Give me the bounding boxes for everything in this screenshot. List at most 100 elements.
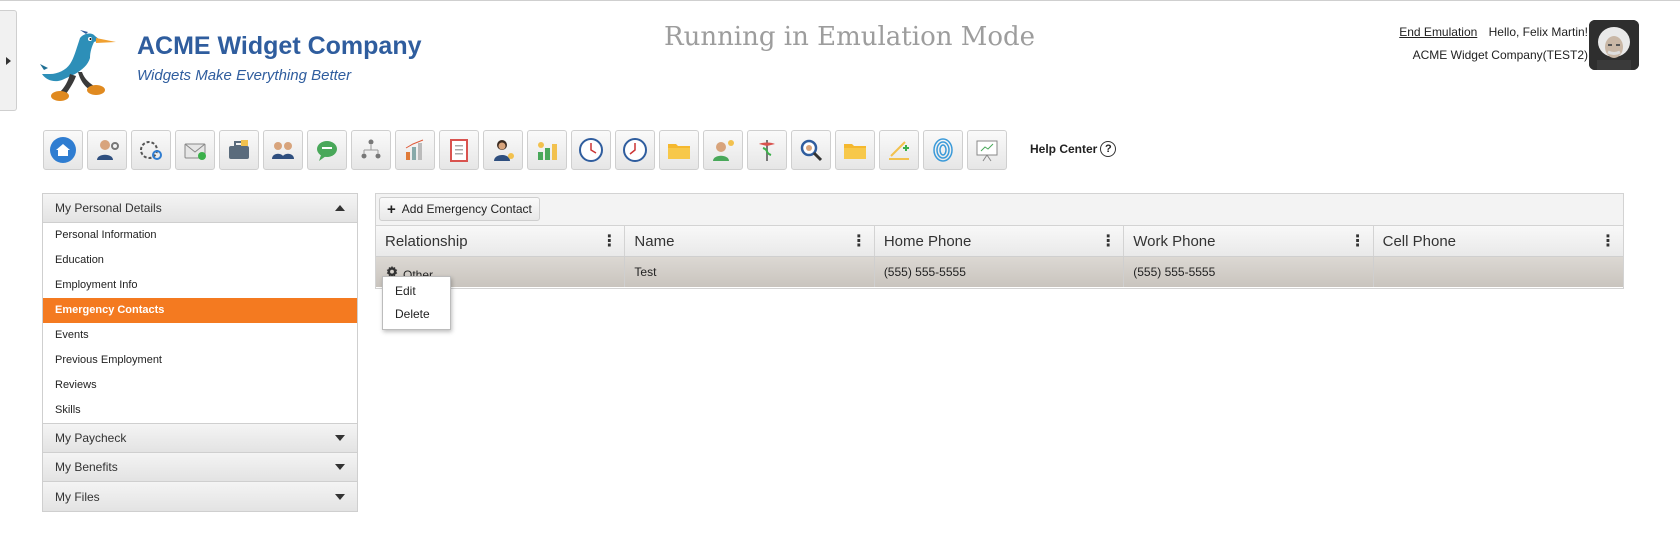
top-border (0, 0, 1680, 1)
search-button[interactable] (791, 130, 831, 170)
column-header-work-phone[interactable]: Work Phone ⋮ (1124, 226, 1374, 256)
sidebar-item-reviews[interactable]: Reviews (43, 373, 357, 398)
team-button[interactable] (263, 130, 303, 170)
section-header-label: My Personal Details (55, 201, 162, 215)
avatar[interactable] (1589, 20, 1639, 70)
cell-name: Test (625, 257, 875, 287)
time-clock-icon (579, 138, 603, 162)
expand-caret-icon (335, 435, 345, 441)
presentation-icon (976, 140, 998, 162)
training-button[interactable] (879, 130, 919, 170)
sidebar-item-events[interactable]: Events (43, 323, 357, 348)
briefcase-icon (229, 140, 249, 159)
grid-toolbar: + Add Emergency Contact (376, 194, 1623, 226)
sidebar-item-previous-employment[interactable]: Previous Employment (43, 348, 357, 373)
company-logo[interactable]: ACME Widget Company Widgets Make Everyth… (40, 30, 460, 105)
column-menu-icon[interactable]: ⋮ (601, 231, 617, 251)
column-menu-icon[interactable]: ⋮ (851, 231, 867, 251)
section-header-my-paycheck[interactable]: My Paycheck (43, 424, 357, 453)
cell-home-phone: (555) 555-5555 (875, 257, 1125, 287)
section-header-my-benefits[interactable]: My Benefits (43, 453, 357, 482)
section-header-my-files[interactable]: My Files (43, 482, 357, 511)
row-context-menu: Edit Delete (382, 276, 451, 330)
cell-cell-phone (1374, 257, 1623, 287)
company-name: ACME Widget Company (137, 32, 422, 60)
user-photo-icon (1589, 20, 1639, 70)
chat-icon (317, 141, 337, 161)
column-header-cell-phone[interactable]: Cell Phone ⋮ (1374, 226, 1623, 256)
column-title: Work Phone (1133, 232, 1216, 250)
idea-person-button[interactable] (703, 130, 743, 170)
chat-button[interactable] (307, 130, 347, 170)
medical-button[interactable] (747, 130, 787, 170)
org-chart-button[interactable] (351, 130, 391, 170)
sidebar-item-skills[interactable]: Skills (43, 398, 357, 423)
checklist-icon (450, 139, 468, 162)
expand-arrow-icon (5, 56, 11, 65)
help-question-icon: ? (1100, 141, 1117, 157)
column-menu-icon[interactable]: ⋮ (1100, 231, 1116, 251)
support-agent-icon (494, 140, 514, 161)
help-center-link[interactable]: Help Center ? (1030, 141, 1117, 157)
user-info: End Emulation Hello, Felix Martin! ACME … (1399, 25, 1588, 62)
company-tagline: Widgets Make Everything Better (137, 67, 352, 84)
employee-settings-icon (97, 140, 119, 160)
clock-settings-icon (140, 141, 162, 160)
presentation-button[interactable] (967, 130, 1007, 170)
section-header-my-personal-details[interactable]: My Personal Details (43, 194, 357, 223)
documents-folder-icon (844, 144, 866, 159)
reports-chart-button[interactable] (395, 130, 435, 170)
grid-header: Relationship ⋮ Name ⋮ Home Phone ⋮ Work … (376, 226, 1623, 257)
sidebar-item-emergency-contacts[interactable]: Emergency Contacts (43, 298, 357, 323)
column-menu-icon[interactable]: ⋮ (1600, 231, 1616, 251)
edit-menu-item[interactable]: Edit (383, 280, 450, 303)
emulation-mode-title: Running in Emulation Mode (664, 22, 1036, 52)
search-icon (800, 139, 823, 162)
time-clock-button[interactable] (571, 130, 611, 170)
sidebar-item-personal-information[interactable]: Personal Information (43, 223, 357, 248)
home-button[interactable] (43, 130, 83, 170)
benefits-icon (538, 142, 557, 160)
add-button-label: Add Emergency Contact (401, 202, 532, 216)
fingerprint-icon (933, 138, 953, 162)
sidebar-accordion: My Personal Details Personal Information… (42, 193, 358, 512)
briefcase-button[interactable] (219, 130, 259, 170)
column-header-relationship[interactable]: Relationship ⋮ (376, 226, 626, 256)
section-header-label: My Benefits (55, 460, 118, 474)
documents-folder-button[interactable] (835, 130, 875, 170)
table-row[interactable]: Other Test (555) 555-5555 (555) 555-5555 (376, 257, 1623, 287)
add-emergency-contact-button[interactable]: + Add Emergency Contact (379, 197, 540, 221)
employee-settings-button[interactable] (87, 130, 127, 170)
folder-icon (668, 144, 690, 159)
clock-settings-button[interactable] (131, 130, 171, 170)
idea-person-icon (713, 140, 734, 161)
emergency-contacts-grid: + Add Emergency Contact Relationship ⋮ N… (375, 193, 1624, 289)
column-header-home-phone[interactable]: Home Phone ⋮ (875, 226, 1125, 256)
column-menu-icon[interactable]: ⋮ (1350, 231, 1366, 251)
column-header-name[interactable]: Name ⋮ (625, 226, 875, 256)
help-center-label: Help Center (1030, 142, 1098, 156)
column-title: Relationship (385, 232, 468, 250)
end-emulation-link[interactable]: End Emulation (1399, 25, 1477, 39)
expand-caret-icon (335, 464, 345, 470)
support-agent-button[interactable] (483, 130, 523, 170)
timesheet-clock-icon (623, 138, 647, 162)
benefits-button[interactable] (527, 130, 567, 170)
medical-icon (759, 140, 775, 161)
timesheet-clock-button[interactable] (615, 130, 655, 170)
cell-work-phone: (555) 555-5555 (1124, 257, 1374, 287)
column-title: Name (634, 232, 675, 250)
sidebar-item-education[interactable]: Education (43, 248, 357, 273)
reports-chart-icon (405, 139, 424, 160)
personal-details-list: Personal Information Education Employmen… (43, 223, 357, 424)
module-toolbar (43, 130, 1007, 171)
folder-button[interactable] (659, 130, 699, 170)
sidebar-item-employment-info[interactable]: Employment Info (43, 273, 357, 298)
checklist-button[interactable] (439, 130, 479, 170)
section-header-label: My Files (55, 489, 100, 504)
mail-button[interactable] (175, 130, 215, 170)
sidebar-toggle-handle[interactable] (0, 10, 17, 111)
delete-menu-item[interactable]: Delete (383, 303, 450, 326)
team-icon (272, 142, 294, 159)
fingerprint-button[interactable] (923, 130, 963, 170)
